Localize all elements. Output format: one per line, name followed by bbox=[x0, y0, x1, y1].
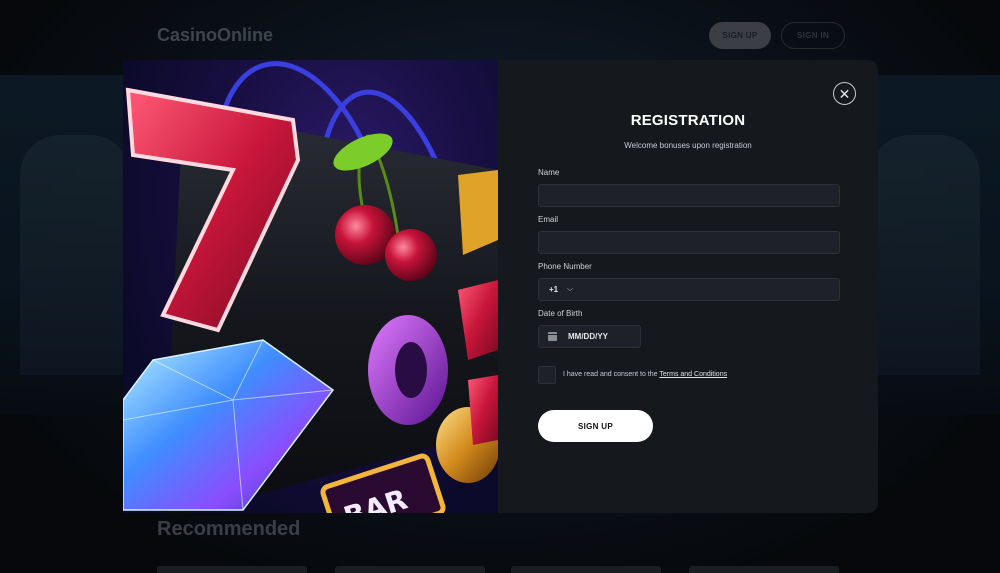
close-icon: ✕ bbox=[838, 85, 851, 102]
form-title: REGISTRATION bbox=[630, 112, 746, 129]
dob-label: Date of Birth bbox=[538, 309, 583, 318]
consent-prefix: I have read and consent to the bbox=[563, 371, 660, 378]
terms-link[interactable]: Terms and Conditions bbox=[659, 371, 727, 378]
email-input[interactable] bbox=[538, 231, 840, 254]
country-code-select[interactable]: +1 bbox=[549, 285, 558, 294]
dob-input[interactable]: MM/DD/YY bbox=[538, 325, 641, 348]
header-signup-button[interactable]: SIGN UP bbox=[709, 22, 771, 49]
game-card[interactable] bbox=[335, 566, 485, 573]
game-card[interactable] bbox=[511, 566, 661, 573]
chevron-down-icon[interactable]: ⌵ bbox=[567, 284, 573, 294]
name-input[interactable] bbox=[538, 184, 840, 207]
email-label: Email bbox=[538, 215, 559, 224]
site-logo[interactable]: CasinoOnline bbox=[157, 25, 273, 46]
header-signin-button[interactable]: SIGN IN bbox=[781, 22, 845, 49]
form-subtitle: Welcome bonuses upon registration bbox=[624, 141, 752, 150]
name-label: Name bbox=[538, 168, 560, 177]
game-card[interactable] bbox=[157, 566, 307, 573]
form-layer: ✕ REGISTRATION Welcome bonuses upon regi… bbox=[123, 60, 878, 513]
dob-placeholder: MM/DD/YY bbox=[568, 332, 608, 341]
signup-submit-button[interactable]: SIGN UP bbox=[538, 410, 653, 442]
close-button[interactable]: ✕ bbox=[833, 82, 856, 105]
phone-label: Phone Number bbox=[538, 262, 592, 271]
calendar-icon bbox=[548, 332, 557, 341]
recommended-heading: Recommended bbox=[157, 518, 301, 540]
consent-text: I have read and consent to the Terms and… bbox=[563, 371, 727, 378]
consent-checkbox[interactable] bbox=[538, 366, 556, 384]
game-card[interactable] bbox=[689, 566, 839, 573]
phone-input[interactable]: +1 ⌵ bbox=[538, 278, 840, 301]
